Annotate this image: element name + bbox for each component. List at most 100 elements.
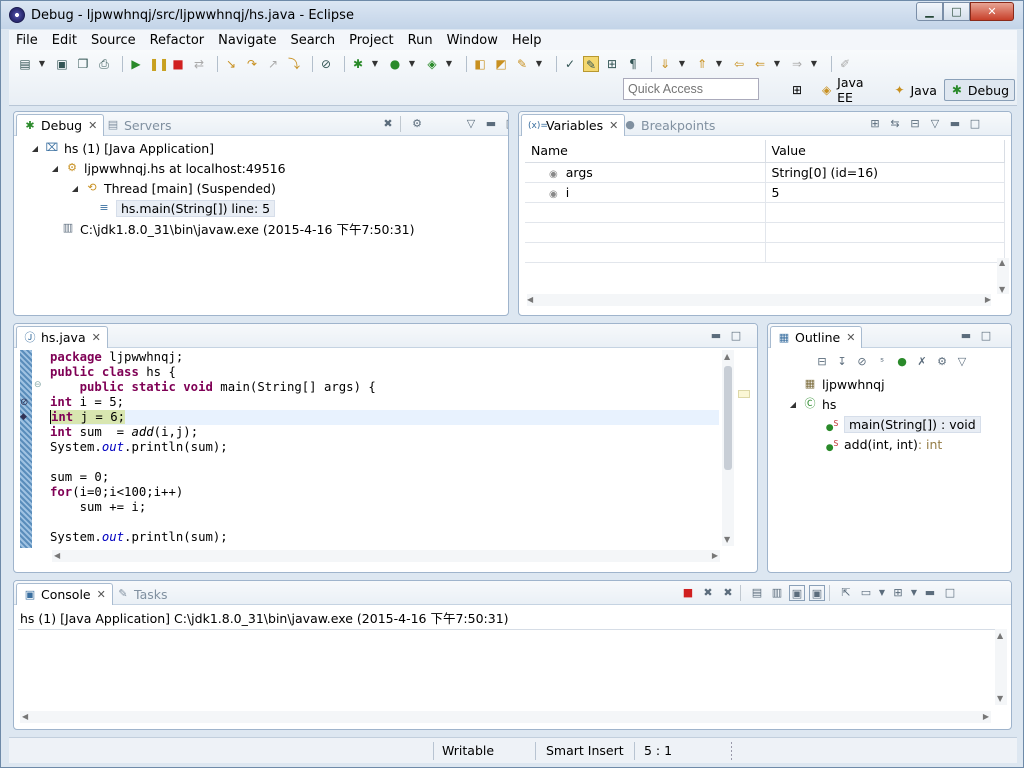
tab-breakpoints[interactable]: ● Breakpoints [617, 114, 721, 136]
back-dropdown-icon[interactable]: ▼ [773, 56, 781, 72]
scroll-right-icon[interactable]: ▶ [712, 551, 718, 560]
forward-icon[interactable]: ⇒ [789, 56, 805, 72]
scroll-up-icon[interactable]: ▲ [999, 258, 1005, 267]
annotation-icon[interactable]: ✓ [562, 56, 578, 72]
console-vertical-scrollbar[interactable]: ▲ ▼ [995, 629, 1007, 705]
console-output[interactable] [18, 629, 1007, 715]
previous-annotation-dropdown-icon[interactable]: ▼ [715, 56, 723, 72]
show-on-stdout-icon[interactable]: ▣ [789, 585, 805, 601]
pin-console-icon[interactable]: ⇱ [838, 585, 854, 601]
collapse-all-icon[interactable]: ⊟ [814, 354, 830, 370]
outline-node-method-main[interactable]: ●S main(String[]) : void [776, 414, 1007, 434]
clear-console-icon[interactable]: ▤ [749, 585, 765, 601]
run-icon[interactable]: ● [387, 56, 403, 72]
debug-dropdown-icon[interactable]: ▼ [371, 56, 379, 72]
open-type-icon[interactable]: ◩ [493, 56, 509, 72]
editor-horizontal-scrollbar[interactable]: ◀ ▶ [52, 550, 720, 562]
scroll-left-icon[interactable]: ◀ [54, 551, 60, 560]
terminate-icon[interactable]: ■ [170, 56, 186, 72]
minimize-view-icon[interactable]: ▬ [922, 585, 938, 601]
open-console-icon[interactable]: ⊞ [890, 585, 906, 601]
view-menu-icon[interactable]: ▽ [927, 116, 943, 132]
menu-refactor[interactable]: Refactor [143, 33, 212, 48]
show-logical-structure-icon[interactable]: ⇆ [887, 116, 903, 132]
remove-launch-icon[interactable]: ✖ [700, 585, 716, 601]
tab-tasks[interactable]: ✎ Tasks [110, 583, 174, 605]
vertical-ruler[interactable]: ⊖ ⊘ ◆ [20, 350, 50, 548]
menu-search[interactable]: Search [283, 33, 342, 48]
tree-node-launch[interactable]: ◢ ⌧ hs (1) [Java Application] [22, 138, 504, 158]
perspective-java[interactable]: ✦ Java [887, 79, 941, 101]
step-into-icon[interactable]: ↘ [223, 56, 239, 72]
next-annotation-icon[interactable]: ⇓ [657, 56, 673, 72]
use-step-filters-icon[interactable]: ⚙ [409, 116, 425, 132]
scroll-down-icon[interactable]: ▼ [997, 694, 1003, 703]
new-dropdown-icon[interactable]: ▼ [38, 56, 46, 72]
table-row[interactable]: ◉ args String[0] (id=16) [525, 162, 1005, 183]
close-icon[interactable]: ✕ [92, 331, 101, 344]
hide-local-types-icon[interactable]: ✗ [914, 354, 930, 370]
view-menu-icon[interactable]: ▽ [463, 116, 479, 132]
skip-breakpoints-icon[interactable]: ⊘ [318, 56, 334, 72]
perspective-debug[interactable]: ✱ Debug [943, 79, 1015, 101]
maximize-button[interactable]: □ [943, 2, 970, 21]
tree-node-thread[interactable]: ◢ ⟲ Thread [main] (Suspended) [22, 178, 504, 198]
tab-console[interactable]: ▣ Console ✕ [16, 583, 113, 605]
print-icon[interactable]: ⎙ [96, 56, 112, 72]
tree-node-stack-frame[interactable]: ≡ hs.main(String[]) line: 5 [22, 198, 504, 218]
scroll-left-icon[interactable]: ◀ [22, 712, 28, 721]
previous-annotation-icon[interactable]: ⇑ [694, 56, 710, 72]
remove-all-terminated-icon[interactable]: ✖ [380, 116, 396, 132]
expanded-icon[interactable]: ◢ [30, 144, 40, 153]
console-horizontal-scrollbar[interactable]: ◀ ▶ [20, 711, 991, 723]
minimize-button[interactable]: ▁ [916, 2, 943, 21]
menu-run[interactable]: Run [401, 33, 440, 48]
hide-non-public-icon[interactable]: ● [894, 354, 910, 370]
menu-window[interactable]: Window [440, 33, 505, 48]
save-all-icon[interactable]: ❐ [75, 56, 91, 72]
editor-vertical-scrollbar[interactable]: ▲ ▼ [722, 350, 734, 546]
terminate-icon[interactable]: ■ [680, 585, 696, 601]
menu-edit[interactable]: Edit [45, 33, 84, 48]
run-dropdown-icon[interactable]: ▼ [408, 56, 416, 72]
expanded-icon[interactable]: ◢ [50, 164, 60, 173]
tab-hs-java[interactable]: Ⓙ hs.java ✕ [16, 326, 108, 348]
close-icon[interactable]: ✕ [846, 331, 855, 344]
scroll-right-icon[interactable]: ▶ [985, 295, 991, 304]
tab-servers[interactable]: ▤ Servers [100, 114, 178, 136]
show-on-stderr-icon[interactable]: ▣ [809, 585, 825, 601]
code-area[interactable]: package ljpwwhnqj; public class hs { pub… [50, 350, 719, 546]
show-type-names-icon[interactable]: ⊞ [867, 116, 883, 132]
external-tools-dropdown-icon[interactable]: ▼ [445, 56, 453, 72]
minimize-view-icon[interactable]: ▬ [958, 328, 974, 344]
expanded-icon[interactable]: ◢ [788, 400, 798, 409]
sort-icon[interactable]: ↧ [834, 354, 850, 370]
drop-to-frame-icon[interactable]: ⤵ [286, 56, 302, 72]
search-tool-icon[interactable]: ✎ [514, 56, 530, 72]
show-whitespace-icon[interactable]: ¶ [625, 56, 641, 72]
maximize-view-icon[interactable]: □ [967, 116, 983, 132]
display-selected-console-icon[interactable]: ▭ [858, 585, 874, 601]
new-icon[interactable]: ▤ [17, 56, 33, 72]
minimize-view-icon[interactable]: ▬ [708, 328, 724, 344]
tree-node-process[interactable]: ▥ C:\jdk1.8.0_31\bin\javaw.exe (2015-4-1… [22, 218, 504, 238]
outline-node-class[interactable]: ◢ Ⓒ hs [776, 394, 1007, 414]
new-java-project-icon[interactable]: ◧ [472, 56, 488, 72]
scroll-left-icon[interactable]: ◀ [527, 295, 533, 304]
close-icon[interactable]: ✕ [97, 588, 106, 601]
variables-vertical-scrollbar[interactable]: ▲ ▼ [997, 258, 1009, 294]
scroll-down-icon[interactable]: ▼ [999, 285, 1005, 294]
debug-gutter[interactable] [20, 350, 32, 548]
menu-project[interactable]: Project [342, 33, 400, 48]
debug-icon[interactable]: ✱ [350, 56, 366, 72]
variables-horizontal-scrollbar[interactable]: ◀ ▶ [527, 294, 991, 306]
outline-node-method-add[interactable]: ●S add(int, int) : int [776, 434, 1007, 454]
dropdown-icon[interactable]: ▼ [910, 585, 918, 601]
tab-variables[interactable]: (x)= Variables ✕ [521, 114, 626, 136]
maximize-view-icon[interactable]: □ [942, 585, 958, 601]
hide-fields-icon[interactable]: ⊘ [854, 354, 870, 370]
resume-icon[interactable]: ▶ [128, 56, 144, 72]
tab-debug[interactable]: ✱ Debug ✕ [16, 114, 105, 136]
quick-access-input[interactable] [623, 78, 759, 100]
minimize-view-icon[interactable]: ▬ [947, 116, 963, 132]
